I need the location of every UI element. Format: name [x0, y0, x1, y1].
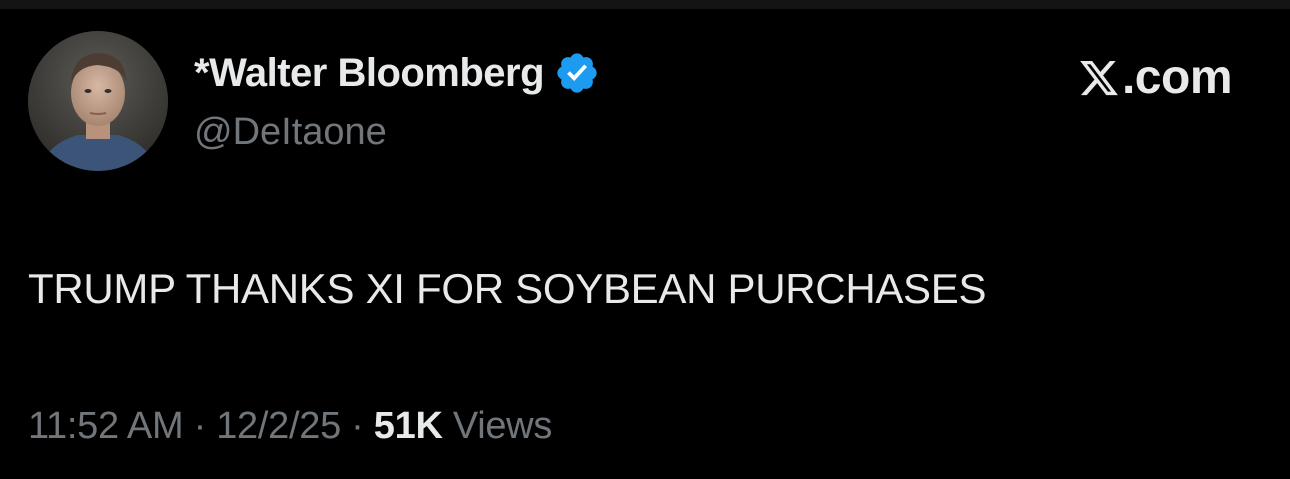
author-name-row: *Walter Bloomberg [194, 49, 600, 97]
views-count[interactable]: 51K [374, 405, 443, 447]
avatar-photo [28, 31, 168, 171]
avatar[interactable] [28, 31, 168, 171]
tweet-date[interactable]: 12/2/25 [216, 405, 341, 447]
meta-separator: · [183, 405, 217, 447]
verified-badge-icon[interactable] [554, 50, 600, 96]
brand-watermark: .com [1078, 49, 1233, 105]
tweet-meta: 11:52 AM · 12/2/25 · 51K Views [28, 405, 552, 448]
author-handle[interactable]: @DeItaone [194, 111, 387, 154]
top-edge-bar [0, 0, 1290, 9]
views-label: Views [442, 405, 553, 447]
tweet-text: TRUMP THANKS XI FOR SOYBEAN PURCHASES [28, 265, 987, 312]
author-display-name[interactable]: *Walter Bloomberg [194, 51, 545, 96]
tweet-card[interactable]: *Walter Bloomberg @DeItaone .com TRUMP T… [0, 9, 1290, 479]
brand-domain-label: .com [1121, 50, 1233, 104]
tweet-time[interactable]: 11:52 AM [28, 405, 184, 447]
x-logo-icon [1078, 56, 1120, 98]
meta-separator: · [340, 405, 374, 447]
